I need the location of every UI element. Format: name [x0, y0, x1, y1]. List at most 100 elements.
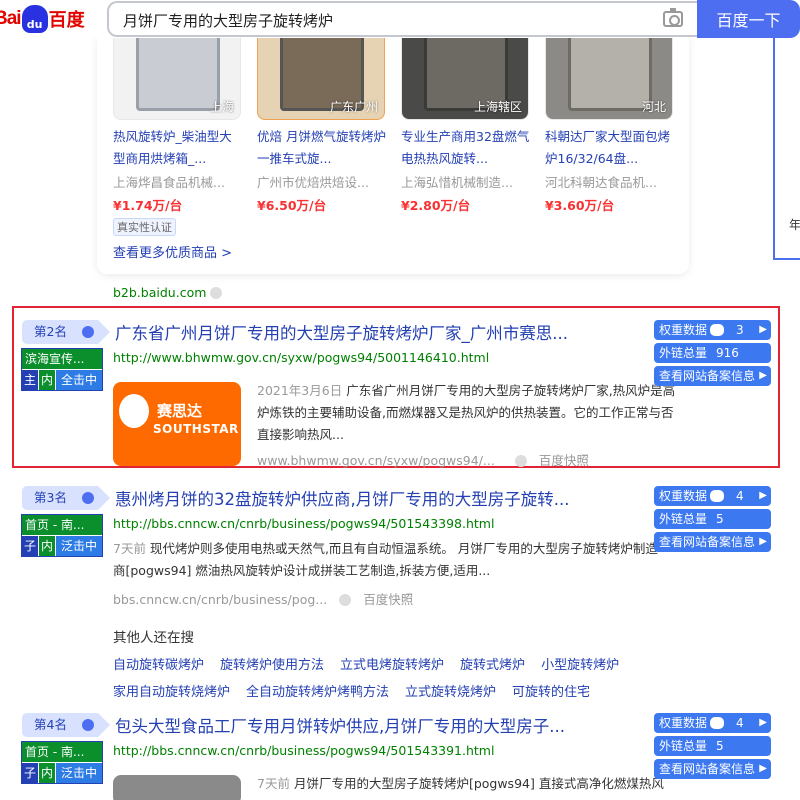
related-link[interactable]: 家用自动旋转烧烤炉: [113, 681, 230, 700]
side-panel: 年: [773, 38, 800, 260]
result-date: 2021年3月6日: [257, 383, 343, 398]
icp-button[interactable]: 查看网站备案信息 ▶: [654, 532, 771, 552]
result-desc: 7天前 月饼厂专用的大型房子旋转烤炉[pogws94] 直接式高净化燃煤热风: [257, 773, 677, 799]
result-url[interactable]: http://bbs.cnncw.cn/cnrb/business/pogws9…: [113, 516, 494, 531]
result-url[interactable]: http://bbs.cnncw.cn/cnrb/business/pogws9…: [113, 743, 494, 758]
tag-box: 首页 - 南... 子 内 泛击中: [21, 514, 103, 557]
product-title[interactable]: 热风旋转炉_柴油型大型商用烘烤箱_...: [113, 126, 243, 170]
weight-button[interactable]: 权重数据 4 ▶: [654, 713, 771, 733]
chevron-right-icon: ▶: [759, 763, 767, 774]
baidu-logo[interactable]: Bai du 百度: [0, 2, 85, 36]
product-title[interactable]: 优焙 月饼燃气旋转烤炉 一推车式旋...: [257, 126, 387, 170]
links-value: 916: [716, 346, 739, 360]
product-location: 广东广州: [329, 100, 378, 114]
links-button[interactable]: 外链总量 916: [654, 343, 771, 363]
camera-icon[interactable]: [663, 8, 683, 27]
product-image[interactable]: 上海辖区: [401, 30, 529, 120]
related-link[interactable]: 小型旋转烤炉: [541, 654, 619, 673]
weight-label: 权重数据: [659, 323, 708, 337]
chevron-right-icon: ▶: [759, 717, 767, 728]
rank-label: 第2名: [34, 324, 67, 339]
ptitle-text: 热风旋转炉_柴油型大型商用烘烤箱_...: [113, 129, 232, 166]
result-url[interactable]: http://www.bhwmw.gov.cn/syxw/pogws94/500…: [113, 350, 489, 365]
circle-dot-icon[interactable]: [210, 287, 223, 299]
snapshot-link[interactable]: 百度快照: [363, 592, 413, 607]
related-link[interactable]: 全自动旋转烤炉烤鸭方法: [246, 681, 389, 700]
icp-label: 查看网站备案信息: [659, 762, 756, 776]
links-button[interactable]: 外链总量 5: [654, 736, 771, 756]
tag-top[interactable]: 滨海宣传...: [22, 349, 102, 369]
result-title[interactable]: 包头大型食品工厂专用月饼转炉供应,月饼厂专用的大型房子...: [115, 713, 565, 737]
product-image[interactable]: 广东广州: [257, 30, 385, 120]
rank-badge: 第4名: [22, 713, 110, 737]
product-item[interactable]: 上海 热风旋转炉_柴油型大型商用烘烤箱_... 上海烨昌食品机械... ¥1.7…: [113, 30, 243, 236]
tag-c: 泛击中: [56, 763, 102, 783]
weight-value: 3: [736, 323, 744, 337]
related-link[interactable]: 自动旋转碳烤炉: [113, 654, 204, 673]
tag-top[interactable]: 首页 - 南...: [22, 742, 102, 762]
circle-dot-icon: [82, 492, 94, 504]
links-value: 5: [716, 512, 724, 526]
circle-dot-icon[interactable]: [339, 594, 352, 606]
circle-dot-icon[interactable]: [514, 455, 527, 467]
tag-b: 内: [39, 536, 55, 556]
product-location: 上海: [209, 100, 234, 114]
related-link[interactable]: 立式旋转烧烤炉: [405, 681, 496, 700]
result-foot: bbs.cnncw.cn/cnrb/business/pog... 百度快照: [113, 589, 413, 608]
related-link[interactable]: 旋转烤炉使用方法: [220, 654, 324, 673]
product-image[interactable]: 河北: [545, 30, 673, 120]
links-label: 外链总量: [659, 346, 708, 360]
result-thumbnail[interactable]: [113, 775, 241, 800]
foot-url: www.bhwmw.gov.cn/syxw/pogws94/...: [257, 453, 495, 468]
product-source[interactable]: b2b.baidu.com: [113, 285, 223, 300]
paw-icon: [710, 324, 725, 336]
logo-bai: Bai: [0, 8, 22, 29]
product-title[interactable]: 专业生产商用32盘燃气电热热风旋转...: [401, 126, 531, 170]
links-label: 外链总量: [659, 512, 708, 526]
product-location: 河北: [641, 100, 666, 114]
tag-b: 内: [39, 370, 55, 390]
more-products-link[interactable]: 查看更多优质商品 >: [113, 242, 232, 261]
rank-label: 第3名: [34, 490, 67, 505]
product-price: ¥3.60万/台: [545, 198, 615, 213]
foot-url: bbs.cnncw.cn/cnrb/business/pog...: [113, 592, 328, 607]
related-link[interactable]: 旋转式烤炉: [460, 654, 525, 673]
tag-top[interactable]: 首页 - 南...: [22, 515, 102, 535]
result-thumbnail[interactable]: 赛思达 SOUTHSTAR: [113, 382, 241, 466]
related-link[interactable]: 立式电烤旋转烤炉: [340, 654, 444, 673]
paw-icon: [710, 717, 725, 729]
tag-a: 主: [22, 370, 38, 390]
chevron-right-icon: ▶: [759, 490, 767, 501]
related-link[interactable]: 可旋转的住宅: [512, 681, 590, 700]
product-image[interactable]: 上海: [113, 30, 241, 120]
icp-label: 查看网站备案信息: [659, 535, 756, 549]
result-desc-text: 现代烤炉则多使用电热或天然气,而且有自动恒温系统。 月饼厂专用的大型房子旋转烤炉…: [113, 541, 658, 578]
result-title[interactable]: 惠州烤月饼的32盘旋转炉供应商,月饼厂专用的大型房子旋转...: [115, 486, 569, 510]
tag-c: 泛击中: [56, 536, 102, 556]
product-company: 上海烨昌食品机械...: [113, 175, 225, 190]
product-item[interactable]: 广东广州 优焙 月饼燃气旋转烤炉 一推车式旋... 广州市优焙烘焙设... ¥6…: [257, 30, 387, 214]
product-item[interactable]: 上海辖区 专业生产商用32盘燃气电热热风旋转... 上海弘惜机械制造... ¥2…: [401, 30, 531, 214]
oven-shape: [136, 31, 220, 111]
weight-button[interactable]: 权重数据 3 ▶: [654, 320, 771, 340]
links-button[interactable]: 外链总量 5: [654, 509, 771, 529]
snapshot-link[interactable]: 百度快照: [539, 453, 589, 468]
tag-a: 子: [22, 536, 38, 556]
icp-button[interactable]: 查看网站备案信息 ▶: [654, 366, 771, 386]
product-item[interactable]: 河北 科朝达厂家大型面包烤炉16/32/64盘... 河北科朝达食品机... ¥…: [545, 30, 675, 214]
product-company: 上海弘惜机械制造...: [401, 175, 513, 190]
icp-button[interactable]: 查看网站备案信息 ▶: [654, 759, 771, 779]
product-price: ¥6.50万/台: [257, 198, 327, 213]
product-company: 河北科朝达食品机...: [545, 175, 657, 190]
links-value: 5: [716, 739, 724, 753]
search-input[interactable]: 月饼厂专用的大型房子旋转烤炉: [107, 1, 697, 37]
logo-baidu: 百度: [48, 10, 85, 31]
tag-b: 内: [39, 763, 55, 783]
product-card: 上海 热风旋转炉_柴油型大型商用烘烤箱_... 上海烨昌食品机械... ¥1.7…: [97, 30, 689, 274]
result-desc: 2021年3月6日 广东省广州月饼厂专用的大型房子旋转烤炉厂家,热风炉是高炉炼铁…: [257, 380, 677, 446]
result-title[interactable]: 广东省广州月饼厂专用的大型房子旋转烤炉厂家_广州市赛思...: [115, 320, 568, 344]
search-button[interactable]: 百度一下: [697, 0, 800, 38]
weight-button[interactable]: 权重数据 4 ▶: [654, 486, 771, 506]
thumb-cn: 赛思达: [157, 402, 203, 420]
product-title[interactable]: 科朝达厂家大型面包烤炉16/32/64盘...: [545, 126, 675, 170]
